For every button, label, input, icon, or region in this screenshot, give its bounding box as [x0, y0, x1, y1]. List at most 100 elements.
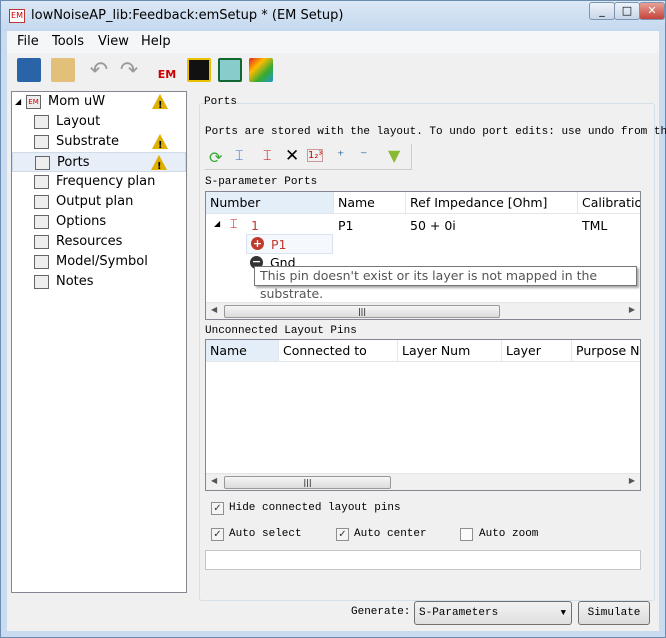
sparam-ports-title: S-parameter Ports: [205, 176, 318, 188]
scrollbar-thumb[interactable]: |||: [224, 305, 500, 318]
options-icon-icon: [34, 215, 49, 229]
tree-item-frequency-plan[interactable]: Frequency plan: [12, 172, 186, 192]
column-header-number[interactable]: Number: [206, 192, 334, 214]
tree-item-label: Layout: [56, 114, 101, 129]
horizontal-scrollbar[interactable]: ◀ ||| ▶: [206, 473, 640, 490]
tree-item-label: Substrate: [56, 134, 120, 149]
tree-item-label: Options: [56, 214, 107, 229]
tooltip: This pin doesn't exist or its layer is n…: [254, 266, 637, 301]
menu-bar: File Tools View Help: [7, 31, 659, 53]
menu-view[interactable]: View: [98, 34, 129, 49]
tree-item-layout[interactable]: Layout: [12, 112, 186, 132]
tree-item-substrate[interactable]: Substrate: [12, 132, 186, 156]
tree-item-label: Output plan: [56, 194, 134, 209]
port-impedance: 50 + 0i: [410, 218, 456, 233]
main-toolbar: ↶ ↷ EM: [7, 55, 659, 87]
tree-item-options[interactable]: Options: [12, 212, 186, 232]
layout-icon-icon: [34, 115, 49, 129]
tree-item-output-plan[interactable]: Output plan: [12, 192, 186, 212]
open-icon[interactable]: [51, 58, 75, 82]
3d-view-icon[interactable]: [218, 58, 242, 82]
save-icon[interactable]: [17, 58, 41, 82]
notes-icon-icon: [34, 275, 49, 289]
column-header-calibration[interactable]: Calibration: [578, 192, 640, 214]
tree-item-label: Ports: [57, 155, 90, 170]
horizontal-scrollbar[interactable]: ◀ ||| ▶: [206, 302, 640, 319]
delete-icon[interactable]: ✕: [285, 146, 299, 166]
unconnected-pins-table: Name Connected to Layer Num Layer Purpos…: [205, 339, 641, 491]
plus-pin-icon: +: [251, 237, 264, 250]
port-name: P1: [338, 218, 354, 233]
tree-item-label: Notes: [56, 274, 94, 289]
checkbox-label: Auto zoom: [479, 528, 539, 540]
refresh-icon[interactable]: ⟳: [209, 148, 222, 167]
column-header-name[interactable]: Name: [334, 192, 406, 214]
expand-arrow-icon[interactable]: ◢: [15, 92, 21, 112]
generate-value: S-Parameters: [419, 607, 499, 619]
ports-toolbar: ⟳ ⌶ ⌶ ✕ 1₂³ ⁺ ⁻ ▼: [205, 144, 412, 170]
column-header-layer[interactable]: Layer: [502, 340, 572, 362]
em-icon: EM: [26, 95, 41, 109]
menu-tools[interactable]: Tools: [52, 34, 84, 49]
scroll-left-icon[interactable]: ◀: [211, 476, 217, 485]
warning-icon: [152, 134, 168, 156]
column-header-ref-impedance[interactable]: Ref Impedance [Ohm]: [406, 192, 578, 214]
column-header-layer-num[interactable]: Layer Num: [398, 340, 502, 362]
add-port-auto-icon[interactable]: ⌶: [235, 148, 243, 164]
chevron-down-icon: ▼: [560, 608, 566, 618]
layout-icon[interactable]: [187, 58, 211, 82]
renumber-icon[interactable]: 1₂³: [307, 149, 324, 162]
undo-icon[interactable]: ↶: [87, 58, 111, 83]
checkbox-label: Auto center: [354, 528, 427, 540]
visualization-icon[interactable]: [249, 58, 273, 82]
tree-item-label: Model/Symbol: [56, 254, 148, 269]
pin-label: P1: [271, 237, 287, 252]
checkbox-label: Auto select: [229, 528, 302, 540]
close-button[interactable]: ✕: [639, 2, 665, 20]
message-field[interactable]: [205, 550, 641, 570]
column-header-purpose-num[interactable]: Purpose Nu: [572, 340, 640, 362]
window-title: lowNoiseAP_lib:Feedback:emSetup * (EM Se…: [31, 8, 344, 23]
setup-tree: ◢ EM Mom uW Layout Substrate Ports Frequenc…: [11, 91, 187, 593]
tree-item-label: Frequency plan: [56, 174, 156, 189]
app-icon: EM: [9, 9, 25, 23]
scroll-right-icon[interactable]: ▶: [629, 476, 635, 485]
scroll-left-icon[interactable]: ◀: [211, 305, 217, 314]
port-number: 1: [251, 218, 259, 233]
tree-item-resources[interactable]: Resources: [12, 232, 186, 252]
collapse-arrow-icon[interactable]: ◢: [214, 219, 220, 228]
remove-pin-icon[interactable]: ⁻: [360, 148, 367, 164]
checkbox-label: Hide connected layout pins: [229, 502, 401, 514]
column-header-name[interactable]: Name: [206, 340, 279, 362]
menu-file[interactable]: File: [17, 34, 39, 49]
menu-help[interactable]: Help: [141, 34, 171, 49]
warning-icon: [151, 155, 167, 177]
scrollbar-thumb[interactable]: |||: [224, 476, 391, 489]
maximize-button[interactable]: □: [614, 2, 640, 20]
ports-group-title: Ports: [204, 96, 238, 108]
output-icon-icon: [34, 195, 49, 209]
scroll-right-icon[interactable]: ▶: [629, 305, 635, 314]
filter-icon[interactable]: ▼: [388, 146, 400, 165]
generate-select[interactable]: S-Parameters ▼: [414, 601, 572, 625]
minimize-button[interactable]: _: [589, 2, 615, 20]
em-icon[interactable]: EM: [155, 58, 179, 82]
tree-item-notes[interactable]: Notes: [12, 272, 186, 292]
port-icon: ⌶: [230, 216, 238, 231]
tree-item-mom-uw[interactable]: ◢ EM Mom uW: [12, 92, 186, 116]
simulate-button[interactable]: Simulate: [578, 601, 650, 625]
title-bar: EM lowNoiseAP_lib:Feedback:emSetup * (EM…: [1, 1, 665, 31]
tree-item-ports[interactable]: Ports: [12, 152, 186, 177]
port-icon-icon: [35, 156, 50, 170]
add-pin-icon[interactable]: ⁺: [337, 148, 344, 164]
add-port-icon[interactable]: ⌶: [263, 148, 271, 164]
redo-icon[interactable]: ↷: [117, 58, 141, 83]
generate-label: Generate:: [351, 606, 411, 618]
tree-item-model-symbol[interactable]: Model/Symbol: [12, 252, 186, 272]
resources-icon-icon: [34, 235, 49, 249]
column-header-connected-to[interactable]: Connected to: [279, 340, 398, 362]
ghz-icon: [34, 175, 49, 189]
substrate-icon-icon: [34, 135, 49, 149]
pin-row-positive[interactable]: + P1: [246, 234, 333, 254]
tree-item-label: Mom uW: [48, 94, 106, 109]
